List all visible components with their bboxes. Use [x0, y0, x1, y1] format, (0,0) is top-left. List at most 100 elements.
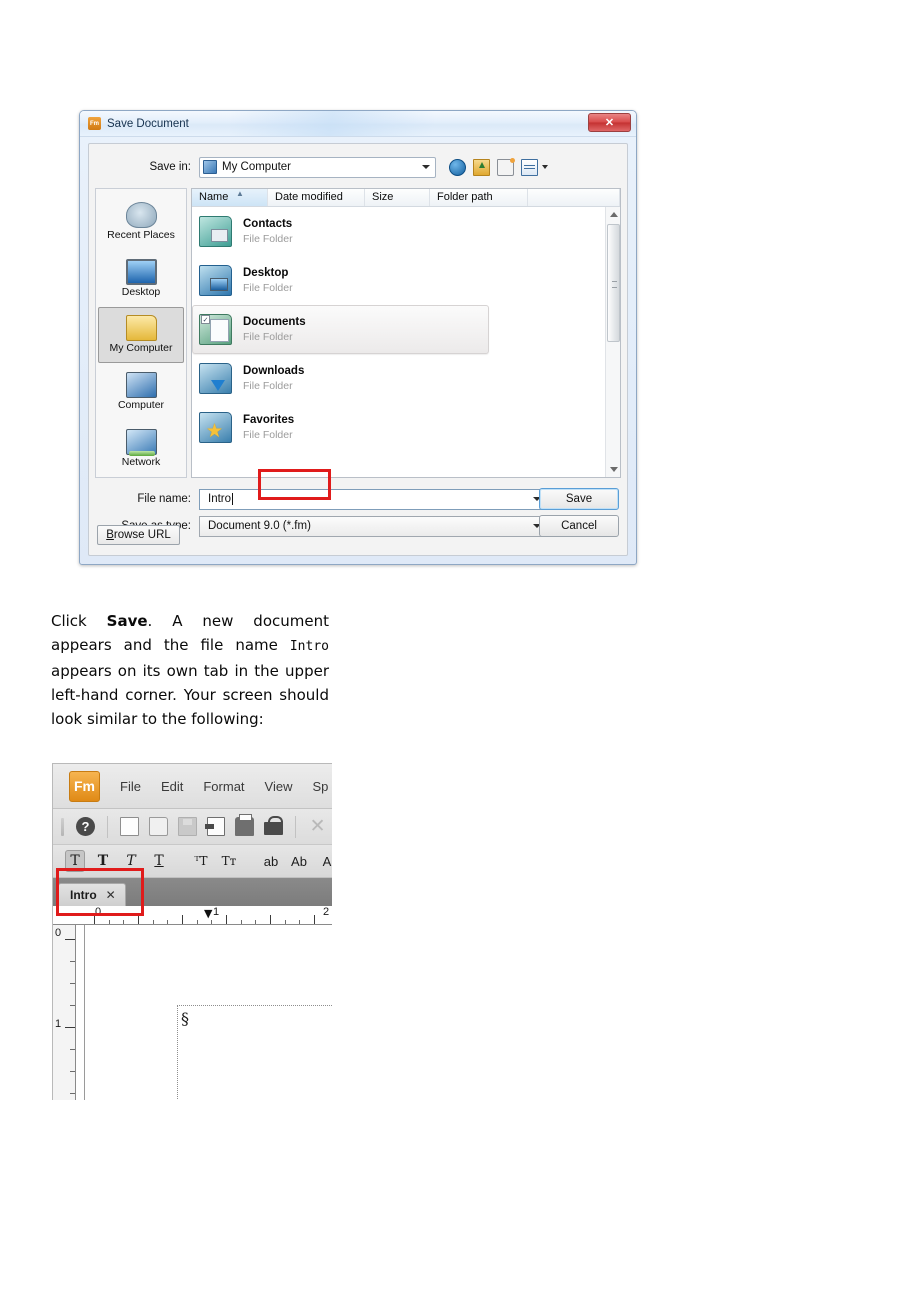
scroll-down-icon[interactable]	[606, 462, 620, 477]
chevron-down-icon[interactable]	[542, 165, 548, 169]
list-item[interactable]: ★ Favorites File Folder	[192, 403, 620, 452]
place-computer[interactable]: Computer	[98, 363, 184, 420]
column-header-folder-path[interactable]: Folder path	[430, 189, 528, 206]
menu-item-format[interactable]: Format	[203, 779, 244, 794]
file-name-value: Intro	[208, 493, 232, 505]
menu-bar: Fm File Edit Format View Sp	[53, 764, 332, 809]
toolbar-separator	[106, 815, 108, 838]
chevron-down-icon	[422, 165, 430, 169]
toolbar-separator	[295, 815, 297, 838]
text-italic-button[interactable]: T	[121, 850, 141, 872]
place-recent-places[interactable]: Recent Places	[98, 193, 184, 250]
text-plain-button[interactable]: T	[65, 850, 85, 872]
text-segment: appears on its own tab in the upper left…	[51, 662, 329, 728]
sort-ascending-icon: ▲	[236, 189, 244, 198]
folder-desktop-icon	[199, 265, 232, 296]
document-area[interactable]: 0 1 §	[53, 925, 332, 1100]
close-document-icon[interactable]: ✕	[308, 817, 327, 836]
checkbox-icon: ✓	[201, 315, 210, 324]
horizontal-ruler[interactable]: 0 1 2 ▼	[53, 906, 332, 925]
column-label: Name	[199, 191, 229, 203]
folder-contacts-icon	[199, 216, 232, 247]
framemaker-logo-icon: Fm	[69, 770, 100, 802]
folder-favorites-icon: ★	[199, 412, 232, 443]
my-computer-icon	[203, 160, 217, 174]
cancel-button[interactable]: Cancel	[539, 515, 619, 537]
ruler-label: 2	[323, 906, 330, 918]
uppercase-button[interactable]: A	[317, 850, 332, 872]
my-computer-icon	[125, 315, 157, 342]
import-icon[interactable]	[204, 817, 226, 836]
computer-icon	[125, 372, 157, 399]
save-in-dropdown[interactable]: My Computer	[199, 156, 436, 178]
save-button[interactable]: Save	[539, 488, 619, 510]
print-icon[interactable]	[235, 814, 255, 836]
list-item[interactable]: ✓ Documents File Folder	[192, 305, 489, 354]
document-page[interactable]: §	[84, 925, 332, 1100]
document-tab-intro[interactable]: Intro ✕	[58, 883, 126, 906]
list-item[interactable]: Downloads File Folder	[192, 354, 620, 403]
column-header-blank[interactable]	[528, 189, 620, 206]
browse-url-label: rowse URL	[113, 529, 171, 541]
save-in-row: Save in: My Computer	[89, 154, 627, 180]
indent-marker-icon[interactable]: ▼	[204, 907, 212, 920]
browse-url-button[interactable]: Browse URL	[97, 525, 180, 545]
scrollbar-thumb[interactable]	[607, 224, 620, 342]
place-desktop[interactable]: Desktop	[98, 250, 184, 307]
capitalize-button[interactable]: Ab	[289, 850, 309, 872]
text-superscript-button[interactable]: ᵀT	[191, 850, 211, 872]
file-name-input[interactable]: Intro	[199, 488, 547, 510]
browse-url-accelerator: B	[106, 529, 114, 541]
place-label: Computer	[117, 399, 165, 412]
lock-icon[interactable]	[264, 815, 284, 835]
place-my-computer[interactable]: My Computer	[98, 306, 184, 364]
save-icon[interactable]	[177, 817, 197, 836]
text-subscript-button[interactable]: Tт	[219, 850, 239, 872]
help-icon[interactable]: ?	[75, 817, 95, 836]
menu-item-special[interactable]: Sp	[312, 779, 328, 794]
column-header-size[interactable]: Size	[365, 189, 430, 206]
new-document-icon[interactable]	[119, 817, 139, 836]
text-caret	[232, 493, 234, 505]
dialog-title-bar: Fm Save Document ✕	[80, 111, 636, 137]
paragraph-symbol: §	[181, 1009, 189, 1028]
file-name: Contacts	[243, 217, 293, 230]
back-icon[interactable]	[449, 158, 466, 176]
vertical-ruler[interactable]: 0 1	[53, 925, 76, 1100]
dialog-title: Save Document	[107, 117, 189, 130]
save-in-label: Save in:	[149, 161, 191, 173]
save-as-type-dropdown[interactable]: Document 9.0 (*.fm)	[199, 515, 547, 537]
place-label: Desktop	[121, 285, 161, 298]
views-icon[interactable]	[521, 158, 538, 176]
text-frame[interactable]: §	[177, 1005, 332, 1100]
text-underline-button[interactable]: T	[149, 850, 169, 872]
column-header-date-modified[interactable]: Date modified	[268, 189, 365, 206]
list-item[interactable]: Contacts File Folder	[192, 207, 620, 256]
menu-item-file[interactable]: File	[120, 779, 141, 794]
place-network[interactable]: Network	[98, 420, 184, 477]
list-item[interactable]: Desktop File Folder	[192, 256, 620, 305]
text-bold-button[interactable]: T	[93, 850, 113, 872]
save-document-dialog: Fm Save Document ✕ Save in: My Computer	[79, 110, 637, 565]
toolbar-grip[interactable]	[61, 817, 64, 836]
close-icon[interactable]: ✕	[106, 888, 116, 902]
file-name: Favorites	[243, 413, 295, 426]
column-header-name[interactable]: Name ▲	[192, 189, 268, 206]
open-folder-icon[interactable]	[148, 817, 168, 836]
desktop-icon	[125, 258, 157, 285]
save-as-type-value: Document 9.0 (*.fm)	[208, 520, 311, 532]
ruler-label: 1	[213, 906, 220, 918]
new-folder-icon[interactable]	[497, 157, 515, 176]
file-type: File Folder	[243, 282, 293, 295]
menu-item-edit[interactable]: Edit	[161, 779, 183, 794]
menu-item-view[interactable]: View	[265, 779, 293, 794]
document-tab-bar: Intro ✕	[53, 878, 332, 906]
close-icon[interactable]: ✕	[588, 113, 631, 132]
scroll-up-icon[interactable]	[606, 207, 620, 222]
lowercase-button[interactable]: ab	[261, 850, 281, 872]
star-icon: ★	[206, 420, 224, 442]
up-folder-icon[interactable]	[473, 158, 490, 176]
folder-documents-icon: ✓	[199, 314, 232, 345]
file-list-scrollbar[interactable]	[605, 207, 620, 477]
framemaker-window: Fm File Edit Format View Sp ? ✕ T T T T …	[52, 763, 332, 1100]
